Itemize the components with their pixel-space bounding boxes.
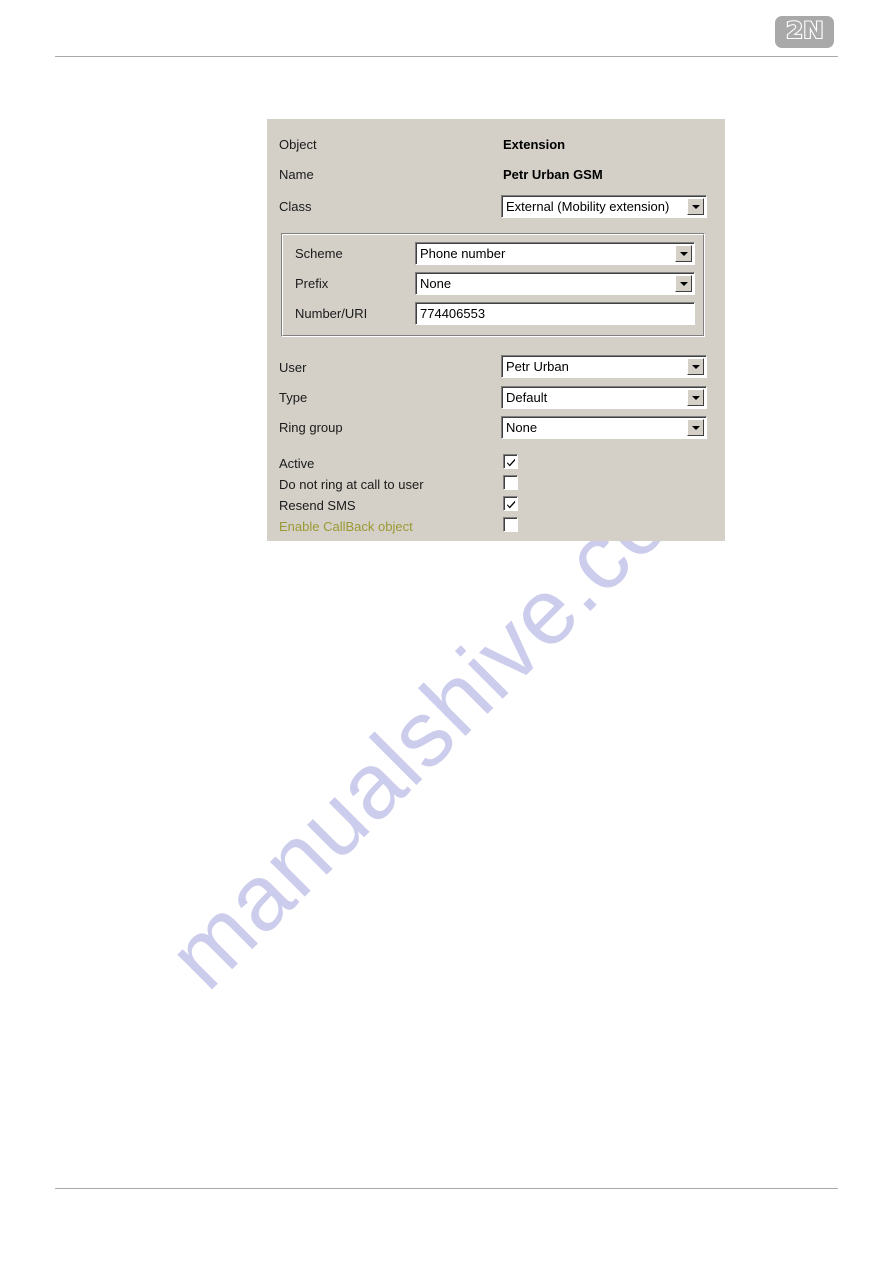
- brand-logo-text: 2N: [784, 19, 824, 44]
- prefix-combobox[interactable]: None: [415, 272, 695, 295]
- prefix-combobox-value: None: [420, 276, 452, 291]
- do-not-ring-checkbox[interactable]: [503, 475, 518, 490]
- user-combobox-value: Petr Urban: [506, 359, 569, 374]
- document-page: 2N manualshive.com Object Extension Name…: [0, 0, 893, 1263]
- chevron-down-icon[interactable]: [687, 358, 704, 375]
- object-value: Extension: [503, 137, 566, 152]
- name-value-row: Petr Urban GSM: [503, 167, 603, 182]
- object-label-row: Object: [279, 137, 317, 152]
- resend-sms-label: Resend SMS: [279, 498, 356, 513]
- prefix-label-row: Prefix: [295, 276, 328, 291]
- active-label-row: Active: [279, 456, 314, 471]
- number-uri-value: 774406553: [420, 306, 486, 321]
- scheme-label: Scheme: [295, 246, 343, 261]
- name-label-row: Name: [279, 167, 314, 182]
- type-combobox[interactable]: Default: [501, 386, 707, 409]
- ring-group-label: Ring group: [279, 420, 343, 435]
- number-uri-input[interactable]: 774406553: [415, 302, 695, 325]
- chevron-down-icon[interactable]: [675, 245, 692, 262]
- resend-sms-label-row: Resend SMS: [279, 498, 356, 513]
- footer-divider: [55, 1188, 838, 1189]
- prefix-label: Prefix: [295, 276, 329, 291]
- scheme-label-row: Scheme: [295, 246, 343, 261]
- resend-sms-checkbox[interactable]: [503, 496, 518, 511]
- user-label-row: User: [279, 360, 306, 375]
- chevron-down-icon[interactable]: [687, 419, 704, 436]
- class-combobox-value: External (Mobility extension): [506, 199, 670, 214]
- number-groupbox: Scheme Phone number Prefix None Number/U…: [281, 233, 705, 337]
- object-value-row: Extension: [503, 137, 565, 152]
- chevron-down-icon[interactable]: [687, 389, 704, 406]
- active-checkbox[interactable]: [503, 454, 518, 469]
- scheme-combobox-value: Phone number: [420, 246, 506, 261]
- name-label: Name: [279, 167, 314, 182]
- ring-group-combobox[interactable]: None: [501, 416, 707, 439]
- checkmark-icon: [507, 500, 515, 509]
- extension-properties-dialog: Object Extension Name Petr Urban GSM Cla…: [267, 119, 725, 541]
- chevron-down-icon[interactable]: [675, 275, 692, 292]
- ring-group-combobox-value: None: [506, 420, 538, 435]
- do-not-ring-label-row: Do not ring at call to user: [279, 477, 424, 492]
- class-label: Class: [279, 199, 312, 214]
- number-uri-label-row: Number/URI: [295, 306, 367, 321]
- checkmark-icon: [507, 458, 515, 467]
- header-divider: [55, 56, 838, 57]
- type-label-row: Type: [279, 390, 307, 405]
- class-combobox[interactable]: External (Mobility extension): [501, 195, 707, 218]
- enable-callback-checkbox[interactable]: [503, 517, 518, 532]
- type-combobox-value: Default: [506, 390, 548, 405]
- user-combobox[interactable]: Petr Urban: [501, 355, 707, 378]
- ring-group-label-row: Ring group: [279, 420, 343, 435]
- enable-callback-label-row: Enable CallBack object: [279, 519, 413, 534]
- active-label: Active: [279, 456, 315, 471]
- user-label: User: [279, 360, 307, 375]
- number-uri-label: Number/URI: [295, 306, 368, 321]
- chevron-down-icon[interactable]: [687, 198, 704, 215]
- enable-callback-label: Enable CallBack object: [279, 519, 413, 534]
- do-not-ring-label: Do not ring at call to user: [279, 477, 424, 492]
- class-label-row: Class: [279, 199, 312, 214]
- type-label: Type: [279, 390, 308, 405]
- brand-logo-2n: 2N: [775, 16, 834, 48]
- scheme-combobox[interactable]: Phone number: [415, 242, 695, 265]
- name-value: Petr Urban GSM: [503, 167, 603, 182]
- object-label: Object: [279, 137, 317, 152]
